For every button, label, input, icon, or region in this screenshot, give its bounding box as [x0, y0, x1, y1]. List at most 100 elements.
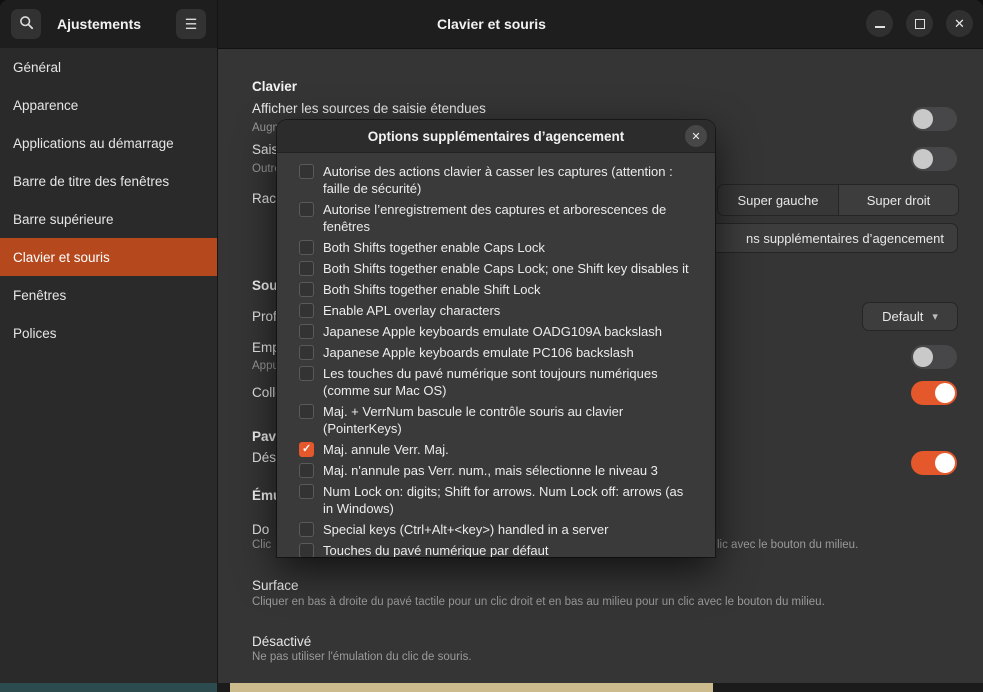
- maximize-button[interactable]: [906, 10, 933, 37]
- option-label: Autorise l’enregistrement des captures e…: [323, 201, 695, 235]
- search-icon: [19, 15, 34, 33]
- row-label-emplacement-fragment: Emp: [252, 340, 280, 355]
- sidebar-item-fenetres[interactable]: Fenêtres: [0, 276, 217, 314]
- option-row[interactable]: Maj. annule Verr. Maj.: [299, 441, 701, 458]
- option-row[interactable]: Both Shifts together enable Shift Lock: [299, 281, 701, 298]
- sidebar-item-applications-demarrage[interactable]: Applications au démarrage: [0, 124, 217, 162]
- option-label: Special keys (Ctrl+Alt+<key>) handled in…: [323, 521, 608, 538]
- option-label: Maj. annule Verr. Maj.: [323, 441, 449, 458]
- checkbox[interactable]: [299, 303, 314, 318]
- row-desc-fragment: Clic: [252, 539, 271, 551]
- checkbox[interactable]: [299, 282, 314, 297]
- toggle-emplacement[interactable]: [911, 345, 957, 369]
- checkbox[interactable]: [299, 240, 314, 255]
- option-label: Japanese Apple keyboards emulate PC106 b…: [323, 344, 634, 361]
- option-label: Both Shifts together enable Caps Lock; o…: [323, 260, 689, 277]
- dialog-close-button[interactable]: ✕: [685, 125, 707, 147]
- option-row[interactable]: Touches du pavé numérique par défaut: [299, 542, 701, 557]
- sidebar-item-label: Applications au démarrage: [13, 136, 174, 151]
- tweaks-window: Ajustements ☰ Clavier et souris ✕ Généra…: [0, 0, 983, 692]
- app-title: Ajustements: [57, 0, 141, 48]
- sidebar-item-label: Barre supérieure: [13, 212, 114, 227]
- checkbox[interactable]: [299, 463, 314, 478]
- option-label: Les touches du pavé numérique sont toujo…: [323, 365, 695, 399]
- row-desc-surface: Cliquer en bas à droite du pavé tactile …: [252, 596, 952, 608]
- checkbox[interactable]: [299, 164, 314, 179]
- bottom-strip-left: [0, 683, 217, 692]
- window-title: Clavier et souris: [300, 0, 683, 48]
- row-desc-tail-fragment: lic avec le bouton du milieu.: [717, 539, 858, 551]
- option-row[interactable]: Both Shifts together enable Caps Lock: [299, 239, 701, 256]
- option-row[interactable]: Japanese Apple keyboards emulate PC106 b…: [299, 344, 701, 361]
- dialog-option-list: Autorise des actions clavier à casser le…: [277, 153, 715, 557]
- sidebar-item-barre-titre[interactable]: Barre de titre des fenêtres: [0, 162, 217, 200]
- option-row[interactable]: Autorise l’enregistrement des captures e…: [299, 201, 701, 235]
- sidebar-item-apparence[interactable]: Apparence: [0, 86, 217, 124]
- sidebar-item-label: Polices: [13, 326, 57, 341]
- acceleration-profile-dropdown[interactable]: Default ▾: [862, 302, 958, 331]
- dialog-title: Options supplémentaires d’agencement: [368, 129, 625, 144]
- option-label: Touches du pavé numérique par défaut: [323, 542, 549, 557]
- checkbox[interactable]: [299, 484, 314, 499]
- sidebar-item-clavier-souris[interactable]: Clavier et souris: [0, 238, 217, 276]
- option-label: Japanese Apple keyboards emulate OADG109…: [323, 323, 662, 340]
- option-label: Enable APL overlay characters: [323, 302, 500, 319]
- checkbox[interactable]: [299, 543, 314, 557]
- sidebar-item-general[interactable]: Général: [0, 48, 217, 86]
- layout-options-dialog: Options supplémentaires d’agencement ✕ A…: [277, 120, 715, 557]
- close-icon: ✕: [691, 130, 700, 143]
- checkbox[interactable]: [299, 522, 314, 537]
- option-label: Num Lock on: digits; Shift for arrows. N…: [323, 483, 695, 517]
- sidebar-item-barre-superieure[interactable]: Barre supérieure: [0, 200, 217, 238]
- sidebar-item-label: Barre de titre des fenêtres: [13, 174, 169, 189]
- row-label-profil-fragment: Prof: [252, 309, 277, 324]
- option-row[interactable]: Maj. + VerrNum bascule le contrôle souri…: [299, 403, 701, 437]
- row-label-afficher-sources: Afficher les sources de saisie étendues: [252, 101, 486, 116]
- close-button[interactable]: ✕: [946, 10, 973, 37]
- section-heading-clavier: Clavier: [252, 79, 297, 94]
- row-label-desactive: Désactivé: [252, 634, 311, 649]
- window-controls: ✕: [866, 10, 973, 37]
- titlebar-separator: [217, 0, 218, 48]
- option-row[interactable]: Les touches du pavé numérique sont toujo…: [299, 365, 701, 399]
- row-desc-fragment: Appu: [252, 360, 279, 372]
- row-desc-desactive: Ne pas utiliser l'émulation du clic de s…: [252, 651, 952, 663]
- minimize-button[interactable]: [866, 10, 893, 37]
- super-droit-button[interactable]: Super droit: [839, 185, 958, 215]
- option-label: Maj. + VerrNum bascule le contrôle souri…: [323, 403, 695, 437]
- option-row[interactable]: Japanese Apple keyboards emulate OADG109…: [299, 323, 701, 340]
- toggle-pave-desactiver[interactable]: [911, 451, 957, 475]
- option-row[interactable]: Special keys (Ctrl+Alt+<key>) handled in…: [299, 521, 701, 538]
- sidebar: Général Apparence Applications au démarr…: [0, 48, 218, 683]
- checkbox[interactable]: [299, 442, 314, 457]
- dropdown-value: Default: [882, 309, 923, 324]
- toggle-afficher-sources[interactable]: [911, 107, 957, 131]
- maximize-icon: [915, 19, 925, 29]
- checkbox[interactable]: [299, 366, 314, 381]
- search-button[interactable]: [11, 9, 41, 39]
- option-row[interactable]: Autorise des actions clavier à casser le…: [299, 163, 701, 197]
- option-label: Both Shifts together enable Shift Lock: [323, 281, 541, 298]
- row-label-do-fragment: Do: [252, 522, 269, 537]
- super-gauche-button[interactable]: Super gauche: [718, 185, 839, 215]
- minimize-icon: [875, 26, 885, 28]
- checkbox[interactable]: [299, 202, 314, 217]
- option-row[interactable]: Num Lock on: digits; Shift for arrows. N…: [299, 483, 701, 517]
- sidebar-item-polices[interactable]: Polices: [0, 314, 217, 352]
- toggle-saisie[interactable]: [911, 147, 957, 171]
- checkbox[interactable]: [299, 324, 314, 339]
- option-row[interactable]: Both Shifts together enable Caps Lock; o…: [299, 260, 701, 277]
- sidebar-item-label: Apparence: [13, 98, 78, 113]
- toggle-knob: [935, 383, 955, 403]
- toggle-coller[interactable]: [911, 381, 957, 405]
- option-row[interactable]: Enable APL overlay characters: [299, 302, 701, 319]
- sidebar-item-label: Général: [13, 60, 61, 75]
- menu-button[interactable]: ☰: [176, 9, 206, 39]
- checkbox[interactable]: [299, 345, 314, 360]
- option-row[interactable]: Maj. n'annule pas Verr. num., mais sélec…: [299, 462, 701, 479]
- checkbox[interactable]: [299, 404, 314, 419]
- close-icon: ✕: [954, 17, 965, 30]
- checkbox[interactable]: [299, 261, 314, 276]
- bottom-strip-middle: [230, 683, 713, 692]
- sidebar-item-label: Clavier et souris: [13, 250, 110, 265]
